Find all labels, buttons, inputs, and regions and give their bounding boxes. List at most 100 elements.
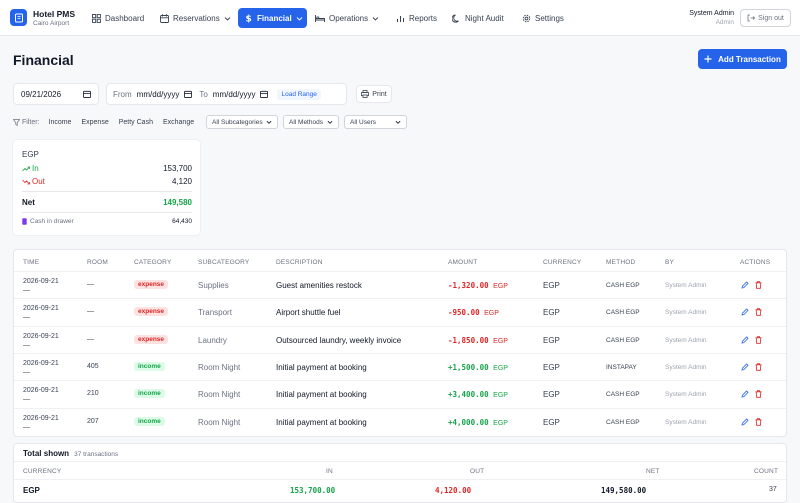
nav-financial[interactable]: $ Financial [238, 8, 307, 28]
app-name: Hotel PMS [33, 9, 76, 19]
column-header: CURRENCY [543, 259, 582, 266]
filter-exchange[interactable]: Exchange [158, 117, 199, 128]
row-time: 2026-09-21— [23, 277, 59, 295]
sign-out-button[interactable]: Sign out [740, 9, 791, 27]
row-date: 2026-09-21 [23, 305, 59, 313]
row-actions [741, 281, 762, 289]
row-subcategory: Room Night [198, 390, 241, 400]
category-badge: expense [134, 307, 169, 317]
from-date-input[interactable]: mm/dd/yyyy [137, 90, 180, 99]
summary-out-label: Out [32, 177, 45, 186]
nav-reservations[interactable]: Reservations [154, 8, 237, 28]
row-amount-value: +3,400.00 [448, 390, 489, 400]
print-label: Print [372, 90, 387, 98]
nav-dashboard[interactable]: Dashboard [86, 8, 150, 28]
row-room: 210 [87, 390, 99, 398]
summary-divider [22, 212, 192, 213]
row-amount-currency: EGP [484, 310, 499, 318]
to-date-input[interactable]: mm/dd/yyyy [213, 90, 256, 99]
row-date: 2026-09-21 [23, 387, 59, 395]
totals-column-header: CURRENCY [23, 468, 62, 475]
row-time: 2026-09-21— [23, 304, 59, 322]
edit-icon[interactable] [741, 308, 749, 316]
calendar-icon[interactable] [184, 90, 193, 98]
filter-bar: Filter: Income Expense Petty Cash Exchan… [13, 115, 199, 129]
bed-icon [315, 14, 325, 22]
summary-drawer-value: 64,430 [172, 218, 192, 225]
nav-reports-label: Reports [409, 13, 438, 23]
row-actions [741, 417, 762, 426]
calendar-icon[interactable] [83, 90, 91, 98]
row-clock: — [23, 396, 30, 404]
filter-income[interactable]: Income [44, 117, 77, 128]
methods-select[interactable]: All Methods [283, 115, 339, 129]
add-transaction-button[interactable]: Add Transaction [698, 49, 787, 69]
row-date: 2026-09-21 [23, 332, 59, 340]
nav-settings[interactable]: Settings [516, 8, 570, 28]
summary-drawer-row: Cash in drawer 64,430 [22, 218, 192, 225]
summary-currency: EGP [22, 150, 39, 159]
nav-settings-label: Settings [535, 13, 564, 23]
row-description: Airport shuttle fuel [276, 308, 341, 318]
row-room: 405 [87, 362, 99, 370]
filter-petty-cash[interactable]: Petty Cash [114, 117, 158, 128]
summary-drawer-label: Cash in drawer [30, 218, 74, 225]
totals-out: 4,120.00 [435, 486, 472, 495]
row-amount-currency: EGP [493, 364, 508, 372]
category-badge: income [134, 361, 165, 371]
column-header: SUBCATEGORY [198, 259, 250, 266]
row-by: System Admin [665, 336, 707, 344]
printer-icon [361, 90, 370, 98]
nav-night-audit[interactable]: Night Audit [446, 8, 510, 28]
users-select[interactable]: All Users [344, 115, 407, 129]
trash-icon[interactable] [755, 390, 762, 398]
column-header: ACTIONS [740, 259, 771, 266]
date-input[interactable]: 09/21/2026 [13, 83, 99, 105]
column-header: AMOUNT [448, 259, 478, 266]
filter-label: Filter: [22, 118, 40, 126]
trash-icon[interactable] [755, 363, 762, 371]
row-by: System Admin [665, 363, 707, 371]
hotel-logo-icon[interactable] [10, 9, 27, 26]
load-range-button[interactable]: Load Range [277, 88, 321, 100]
nav-reports[interactable]: Reports [390, 8, 443, 28]
trash-icon[interactable] [755, 417, 762, 426]
trash-icon[interactable] [755, 308, 762, 316]
edit-icon[interactable] [741, 281, 749, 289]
row-description: Initial payment at booking [276, 362, 367, 372]
calendar-icon[interactable] [260, 90, 269, 98]
filter-expense[interactable]: Expense [76, 117, 113, 128]
dollar-icon: $ [246, 15, 252, 24]
category-badge: expense [134, 280, 169, 289]
subcategory-select[interactable]: All Subcategories [206, 115, 278, 129]
row-time: 2026-09-21— [23, 332, 59, 350]
brand: Hotel PMS Cairo Airport [33, 9, 75, 28]
print-button[interactable]: Print [356, 85, 392, 103]
trash-icon[interactable] [755, 281, 762, 289]
row-clock: — [23, 423, 30, 431]
from-label: From [113, 89, 132, 99]
row-amount-currency: EGP [493, 392, 508, 400]
column-header: METHOD [606, 259, 636, 266]
row-actions [741, 363, 762, 371]
grid-icon [92, 13, 101, 23]
row-amount-value: -1,320.00 [448, 281, 489, 290]
summary-net-label: Net [22, 198, 35, 207]
edit-icon[interactable] [741, 363, 749, 371]
trash-icon[interactable] [755, 335, 762, 344]
column-header: DESCRIPTION [276, 259, 323, 266]
edit-icon[interactable] [741, 390, 749, 398]
edit-icon[interactable] [741, 417, 749, 426]
row-amount: +4,000.00 EGP [448, 418, 508, 427]
category-badge: expense [134, 334, 169, 344]
column-header: TIME [23, 259, 40, 266]
chevron-down-icon [327, 120, 333, 124]
nav-operations[interactable]: Operations [309, 8, 385, 28]
row-room: — [87, 308, 94, 316]
row-time: 2026-09-21— [23, 359, 59, 377]
table-row: 2026-09-21— — expense Laundry Outsourced lau… [14, 325, 786, 353]
category-badge: income [134, 416, 165, 426]
totals-currency: EGP [23, 486, 40, 495]
row-description: Guest amenities restock [276, 281, 362, 290]
edit-icon[interactable] [741, 336, 749, 344]
